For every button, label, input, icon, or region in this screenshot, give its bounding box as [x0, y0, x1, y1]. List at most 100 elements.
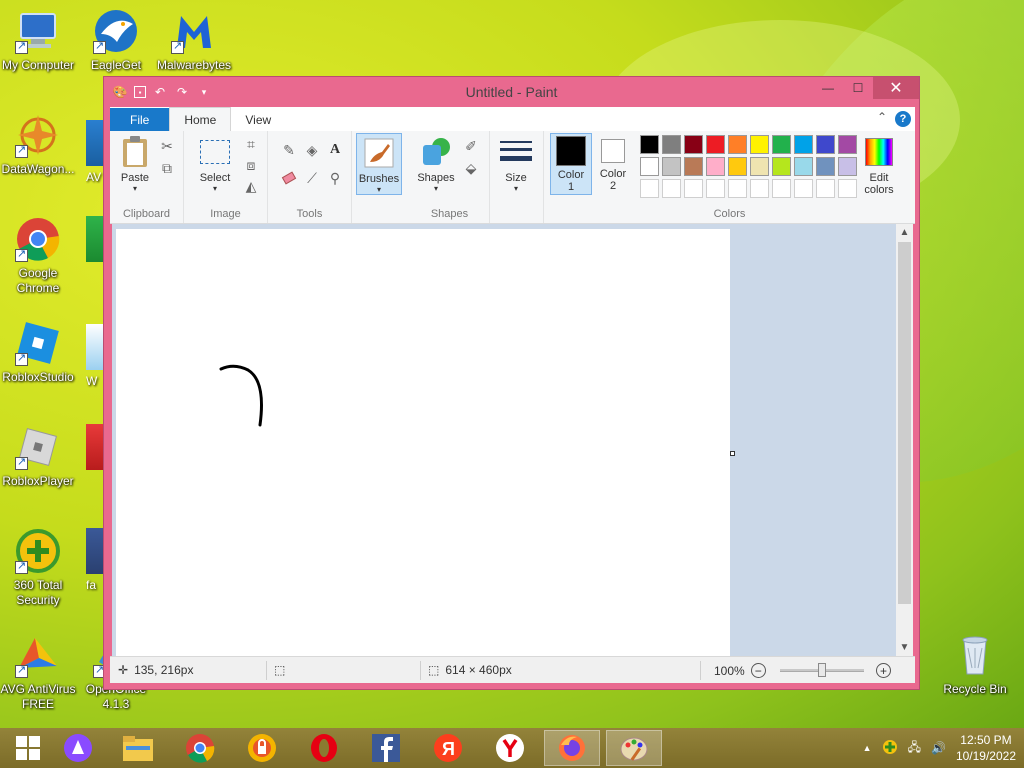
palette-swatch[interactable]	[728, 157, 747, 176]
desktop-icon-avg[interactable]: AVG AntiVirus FREE	[0, 632, 80, 712]
fill-icon[interactable]: ◈	[303, 141, 321, 159]
desktop-icon-malwarebytes[interactable]: Malwarebytes	[152, 8, 236, 73]
vertical-scrollbar[interactable]: ▲ ▼	[896, 224, 913, 656]
taskbar-chrome[interactable]	[172, 730, 228, 766]
cut-icon[interactable]: ✂	[158, 137, 176, 155]
zoom-out-button[interactable]: −	[750, 663, 766, 678]
desktop-icon-recycle-bin[interactable]: Recycle Bin	[933, 632, 1017, 697]
custom-color-slot[interactable]	[750, 179, 769, 198]
shapes-button[interactable]: Shapes ▾	[414, 135, 458, 193]
palette-swatch[interactable]	[706, 135, 725, 154]
close-button[interactable]: ✕	[873, 77, 919, 99]
fill-shape-icon[interactable]: ⬙	[462, 159, 480, 177]
palette-swatch[interactable]	[750, 135, 769, 154]
palette-swatch[interactable]	[750, 157, 769, 176]
clock[interactable]: 12:50 PM 10/19/2022	[956, 732, 1016, 764]
network-icon[interactable]: 🖧	[908, 738, 921, 759]
palette-swatch[interactable]	[838, 135, 857, 154]
tab-file[interactable]: File	[110, 108, 170, 131]
custom-color-slot[interactable]	[640, 179, 659, 198]
custom-color-slot[interactable]	[684, 179, 703, 198]
taskbar-opera[interactable]	[296, 730, 352, 766]
taskbar-yandex-browser[interactable]	[482, 730, 538, 766]
palette-swatch[interactable]	[794, 135, 813, 154]
desktop-icon-my-computer[interactable]: My Computer	[0, 8, 80, 73]
desktop-icon-chrome[interactable]: Google Chrome	[0, 216, 80, 296]
edit-colors-button[interactable]: Edit colors	[856, 135, 902, 196]
custom-color-slot[interactable]	[728, 179, 747, 198]
paste-button[interactable]: Paste ▾	[116, 135, 154, 193]
taskbar-secure-browser[interactable]	[234, 730, 290, 766]
scroll-up-icon[interactable]: ▲	[896, 224, 913, 241]
computer-icon	[15, 8, 61, 54]
palette-swatch[interactable]	[684, 157, 703, 176]
custom-color-slot[interactable]	[816, 179, 835, 198]
volume-icon[interactable]: 🔊	[931, 741, 946, 755]
palette-swatch[interactable]	[772, 135, 791, 154]
color2-button[interactable]: Color 2	[594, 135, 632, 192]
custom-color-slot[interactable]	[706, 179, 725, 198]
palette-swatch[interactable]	[838, 157, 857, 176]
palette-swatch[interactable]	[794, 157, 813, 176]
palette-swatch[interactable]	[662, 157, 681, 176]
tab-view[interactable]: View	[231, 108, 285, 131]
magnifier-icon[interactable]: ⚲	[326, 169, 344, 187]
palette-swatch[interactable]	[772, 157, 791, 176]
palette-swatch[interactable]	[706, 157, 725, 176]
copy-icon[interactable]: ⧉	[158, 159, 176, 177]
palette-swatch[interactable]	[816, 157, 835, 176]
custom-color-slot[interactable]	[772, 179, 791, 198]
firefox-icon	[559, 735, 585, 761]
resize-icon[interactable]: ⧈	[242, 156, 260, 174]
custom-color-slot[interactable]	[794, 179, 813, 198]
eraser-icon[interactable]	[280, 169, 298, 187]
taskbar-paint[interactable]	[606, 730, 662, 766]
pencil-icon[interactable]: ✎	[280, 141, 298, 159]
taskbar-file-explorer[interactable]	[110, 730, 166, 766]
help-icon[interactable]: ?	[895, 111, 911, 127]
palette-swatch[interactable]	[640, 157, 659, 176]
tab-home[interactable]: Home	[169, 107, 232, 131]
start-button[interactable]	[0, 730, 56, 766]
minimize-ribbon-icon[interactable]: ⌃	[877, 110, 887, 124]
drawing-canvas[interactable]	[116, 229, 730, 656]
rotate-icon[interactable]: ◭	[242, 177, 260, 195]
zoom-level: 100% −	[714, 663, 766, 678]
security-tray-icon[interactable]	[882, 739, 898, 758]
taskbar-yandex[interactable]: Я	[420, 730, 476, 766]
zoom-slider-knob[interactable]	[818, 663, 826, 677]
desktop-icon-360-security[interactable]: 360 Total Security	[0, 528, 80, 608]
text-icon[interactable]: A	[326, 141, 344, 159]
zoom-slider[interactable]	[780, 663, 864, 677]
palette-swatch[interactable]	[816, 135, 835, 154]
palette-swatch[interactable]	[662, 135, 681, 154]
roblox-studio-icon	[15, 320, 61, 366]
size-button[interactable]: Size ▾	[496, 135, 536, 193]
select-button[interactable]: Select ▾	[192, 135, 238, 193]
custom-color-slot[interactable]	[838, 179, 857, 198]
zoom-in-button[interactable]: +	[876, 663, 891, 678]
taskbar-firefox[interactable]	[544, 730, 600, 766]
show-hidden-icons-icon[interactable]: ▲	[863, 743, 872, 753]
crop-icon[interactable]: ⌗	[242, 135, 260, 153]
brushes-button[interactable]: Brushes ▾	[356, 133, 402, 195]
canvas-resize-handle[interactable]	[730, 451, 735, 456]
color-picker-icon[interactable]: ⟋	[303, 169, 321, 187]
minimize-button[interactable]: —	[813, 77, 843, 99]
taskbar-facebook[interactable]	[358, 730, 414, 766]
taskbar-alice[interactable]	[50, 730, 106, 766]
scroll-down-icon[interactable]: ▼	[896, 639, 913, 656]
outline-icon[interactable]: ✐	[462, 137, 480, 155]
scrollbar-thumb[interactable]	[898, 242, 911, 604]
color1-button[interactable]: Color 1	[550, 133, 592, 195]
desktop-icon-eagleget[interactable]: EagleGet	[74, 8, 158, 73]
custom-color-slot[interactable]	[662, 179, 681, 198]
palette-swatch[interactable]	[728, 135, 747, 154]
palette-swatch[interactable]	[684, 135, 703, 154]
desktop-icon-roblox-studio[interactable]: RobloxStudio	[0, 320, 80, 385]
title-bar[interactable]: 🎨 ▪ ↶ ↷ ▾ Untitled - Paint — ☐ ✕	[104, 77, 919, 107]
desktop-icon-datawagon[interactable]: DataWagon...	[0, 112, 80, 177]
maximize-button[interactable]: ☐	[843, 77, 873, 99]
palette-swatch[interactable]	[640, 135, 659, 154]
desktop-icon-roblox-player[interactable]: RobloxPlayer	[0, 424, 80, 489]
